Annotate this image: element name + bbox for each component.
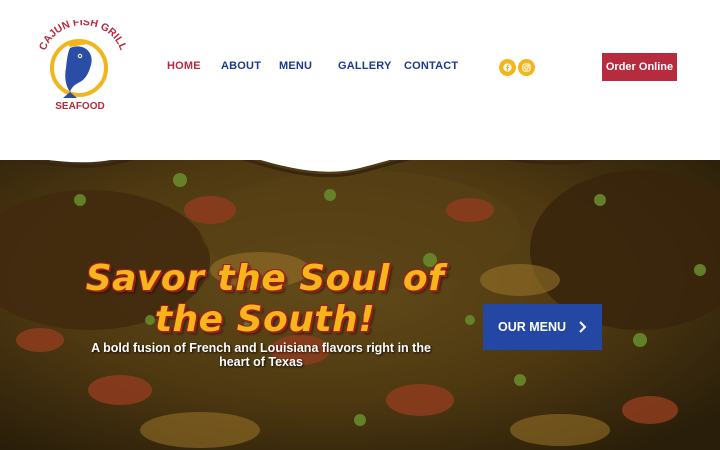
chevron-right-icon: [579, 321, 587, 333]
hero-headline-line-2: the South!: [154, 299, 376, 340]
hero-headline: Savor the Soul of the South!: [60, 258, 470, 340]
nav-home[interactable]: HOME: [167, 60, 201, 72]
our-menu-label: OUR MENU: [497, 320, 567, 334]
brand-logo[interactable]: CAJUN FISH GRILL SEAFOOD: [30, 20, 130, 120]
nav-about[interactable]: ABOUT: [221, 60, 261, 72]
nav-contact[interactable]: CONTACT: [404, 60, 458, 72]
hero-headline-line-1: Savor the Soul of: [85, 258, 445, 299]
logo-bottom-text: SEAFOOD: [55, 101, 104, 112]
instagram-icon[interactable]: [518, 59, 535, 76]
our-menu-button[interactable]: OUR MENU: [483, 304, 602, 350]
hero-subline: A bold fusion of French and Louisiana fl…: [91, 341, 431, 369]
logo-graphic: CAJUN FISH GRILL SEAFOOD: [37, 20, 129, 112]
site-header: CAJUN FISH GRILL SEAFOOD HOME ABOUT MENU…: [0, 0, 720, 160]
nav-gallery[interactable]: GALLERY: [338, 60, 392, 72]
facebook-icon[interactable]: [499, 59, 516, 76]
order-online-button[interactable]: Order Online: [602, 53, 677, 81]
nav-menu[interactable]: MENU: [279, 60, 312, 72]
